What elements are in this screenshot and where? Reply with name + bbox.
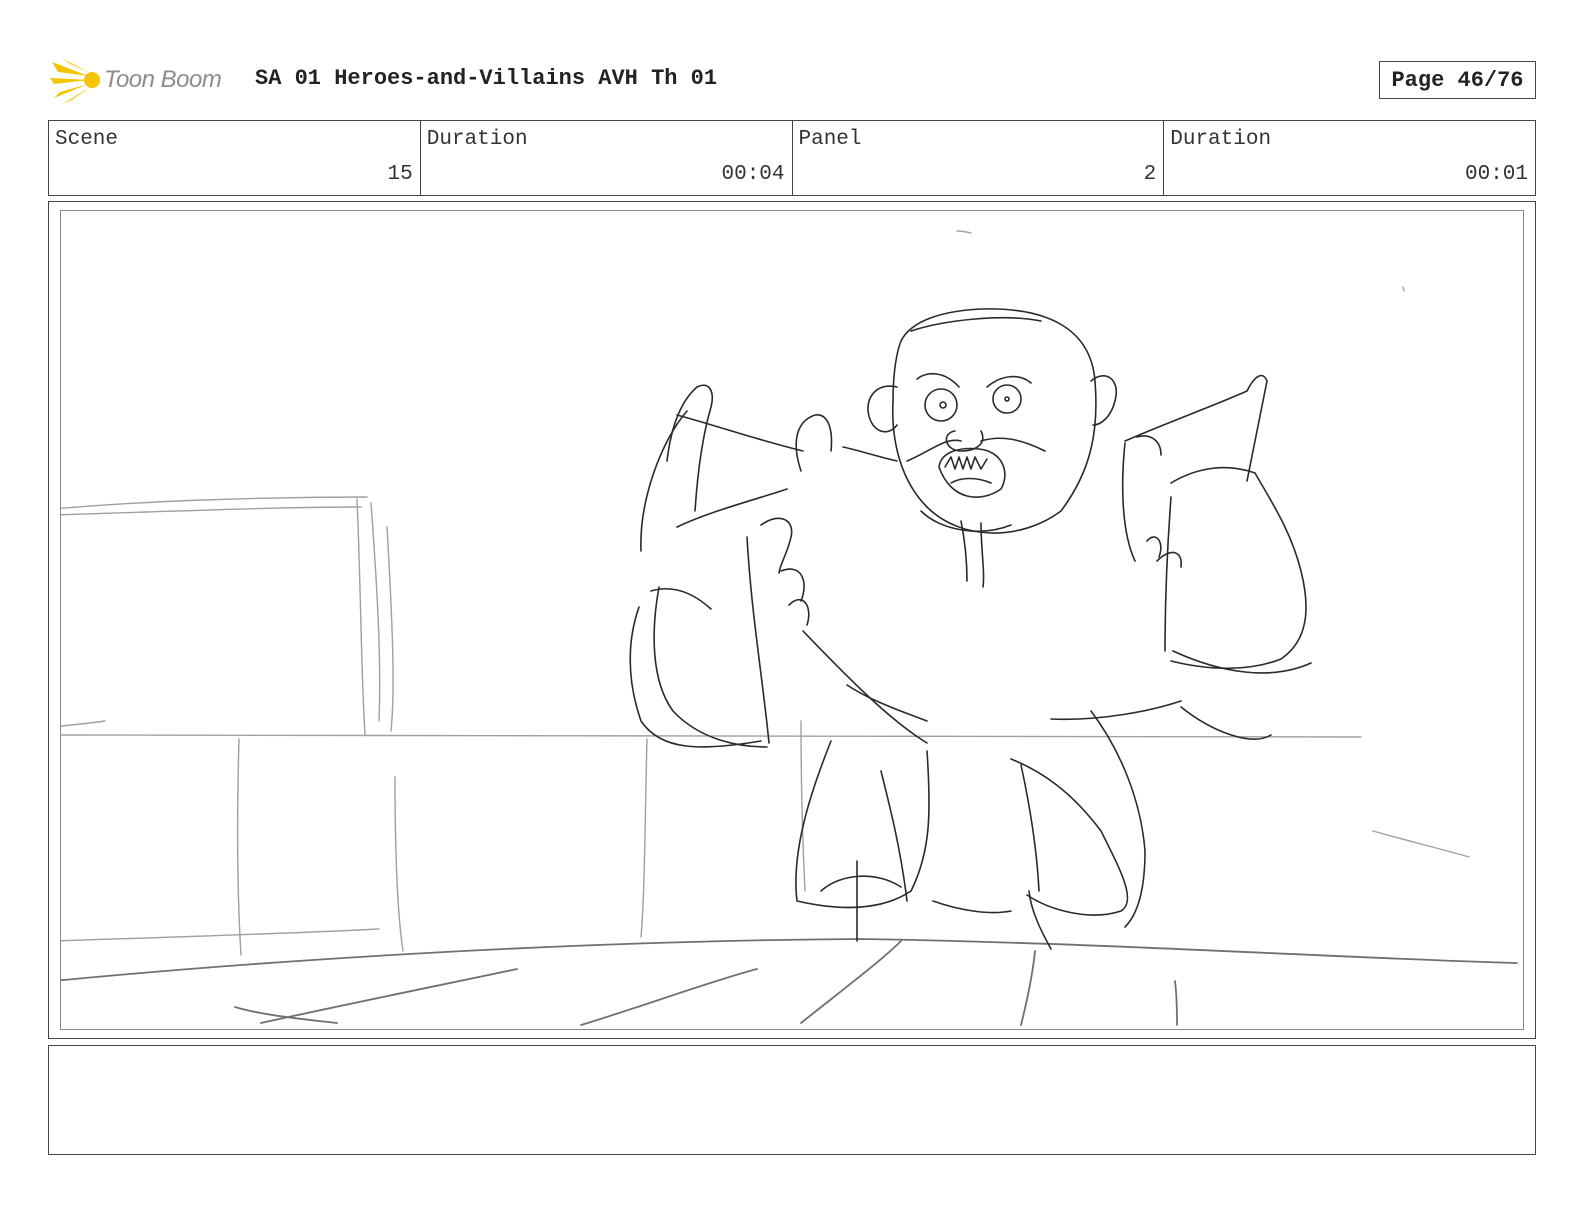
panel-label: Panel <box>798 128 862 151</box>
storyboard-panel-image <box>60 210 1524 1030</box>
background-sketch <box>61 230 1470 956</box>
panel-duration-label: Duration <box>1170 128 1272 151</box>
logo-flame-icon <box>50 58 100 104</box>
page-number-box: Page 46/76 <box>1379 61 1536 99</box>
scene-cell: Scene 15 <box>49 121 421 195</box>
logo-text: Toon Boom <box>104 66 222 93</box>
storyboard-panel-frame <box>48 201 1536 1039</box>
scene-duration-cell: Duration 00:04 <box>421 121 793 195</box>
toon-boom-logo: Toon Boom <box>48 54 248 106</box>
scene-duration-label: Duration <box>426 128 528 151</box>
page-header: Toon Boom SA 01 Heroes-and-Villains AVH … <box>48 52 1536 108</box>
scene-label: Scene <box>55 128 119 151</box>
scene-duration-value: 00:04 <box>721 163 785 186</box>
document-title: SA 01 Heroes-and-Villains AVH Th 01 <box>255 66 718 91</box>
panel-duration-cell: Duration 00:01 <box>1164 121 1535 195</box>
character-sketch <box>629 308 1312 950</box>
page-number: Page 46/76 <box>1391 67 1524 93</box>
scene-info-row: Scene 15 Duration 00:04 Panel 2 Duration… <box>48 120 1536 196</box>
ground-line <box>61 938 1518 1026</box>
panel-cell: Panel 2 <box>793 121 1165 195</box>
panel-value: 2 <box>1143 163 1157 186</box>
panel-duration-value: 00:01 <box>1464 163 1528 186</box>
scene-value: 15 <box>387 163 413 186</box>
panel-notes-box <box>48 1045 1536 1155</box>
sketch-drawing <box>61 230 1518 1026</box>
